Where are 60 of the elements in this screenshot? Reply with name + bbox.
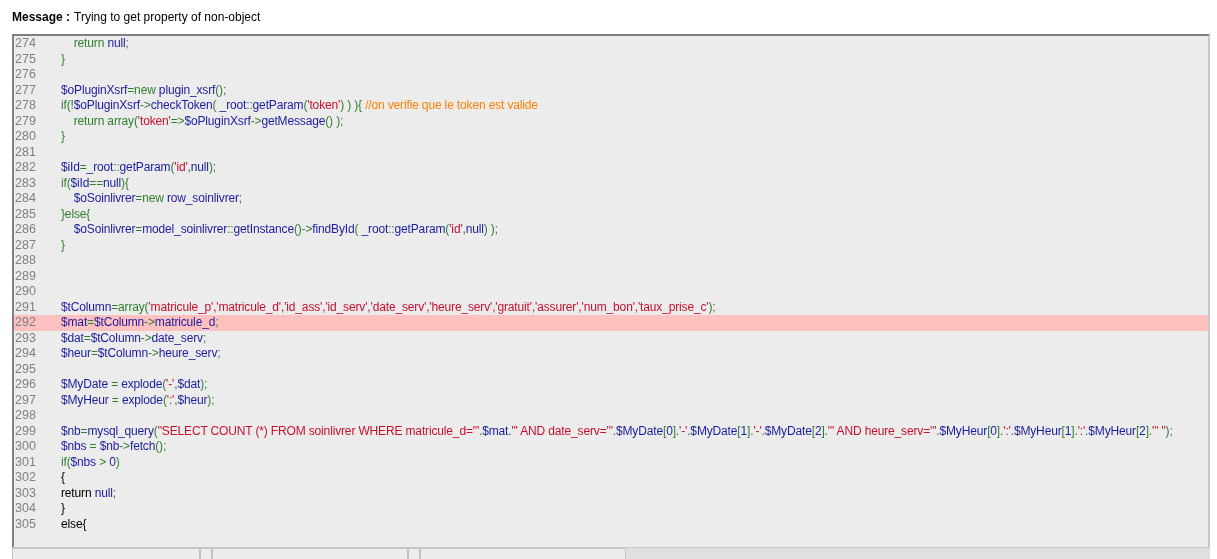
message-label: Message : [12, 9, 71, 26]
line-number: 290 [14, 284, 37, 300]
line-number: 293 [14, 330, 37, 346]
line-number: 294 [14, 346, 37, 362]
code-line: $dat=$tColumn->date_serv; [61, 330, 207, 346]
code-line: { [61, 470, 65, 486]
code-line: else{ [61, 516, 87, 532]
line-number: 277 [14, 82, 37, 98]
code-line: $MyDate = explode('-',$dat); [61, 377, 208, 393]
line-number: 291 [14, 299, 37, 315]
line-number: 301 [14, 454, 37, 470]
line-number: 276 [14, 67, 37, 83]
code-line: $oSoinlivrer=model_soinlivrer::getInstance()->findById( _root::getParam('id',null) ); [72, 222, 498, 238]
code-line: }else{ [61, 206, 91, 222]
line-number: 286 [14, 222, 37, 238]
line-number: 283 [14, 175, 37, 191]
line-number: 300 [14, 439, 37, 455]
horizontal-scrollbar[interactable] [12, 547, 1210, 559]
line-number: 285 [14, 206, 37, 222]
line-number: 281 [14, 144, 37, 160]
line-number: 302 [14, 470, 37, 486]
line-number: 279 [14, 113, 37, 129]
line-number: 305 [14, 516, 37, 532]
code-line: } [61, 501, 65, 517]
code-line: $oPluginXsrf=new plugin_xsrf(); [61, 82, 227, 98]
code-line: $MyHeur = explode(':',$heur); [61, 392, 215, 408]
code-line: $iId=_root::getParam('id',null); [61, 160, 216, 176]
code-line: } [61, 51, 65, 67]
message-text: Trying to get property of non-object [74, 9, 261, 26]
code-line: $nbs = $nb->fetch(); [61, 439, 167, 455]
code-line: if($iId==null){ [61, 175, 129, 191]
line-number: 284 [14, 191, 37, 207]
line-number: 304 [14, 501, 37, 517]
line-number: 296 [14, 377, 37, 393]
code-line: return array('token'=>$oPluginXsrf->getMessage() ); [72, 113, 344, 129]
code-line: } [61, 129, 65, 145]
line-number: 278 [14, 98, 37, 114]
line-number: 275 [14, 51, 37, 67]
code-line: } [61, 237, 65, 253]
line-number: 295 [14, 361, 37, 377]
code-line: $tColumn=array('matricule_p','matricule_d','id_ass','id_serv','date_serv','heure_serv','gratuit','assurer','num_bon','taux_prise_c'); [61, 299, 716, 315]
code-line: $heur=$tColumn->heure_serv; [61, 346, 221, 362]
code-line: return null; [72, 36, 129, 52]
line-number: 282 [14, 160, 37, 176]
code-line: $oSoinlivrer=new row_soinlivrer; [72, 191, 243, 207]
line-number: 303 [14, 485, 37, 501]
line-number: 288 [14, 253, 37, 269]
line-number: 298 [14, 408, 37, 424]
line-number: 292 [14, 315, 37, 331]
line-number: 289 [14, 268, 37, 284]
code-line: return null; [61, 485, 116, 501]
code-line: $nb=mysql_query("SELECT COUNT (*) FROM soinlivrer WHERE matricule_d='".$mat."' AND date_serv='".$MyDate[0].'-'.$MyDate[1].'-'.$MyDate[2]."' AND heure_serv='".$MyHeur[0].':'.$MyHeur[1].':'.$MyHeur[2]."' "); [61, 423, 1173, 439]
code-line: $mat=$tColumn->matricule_d; [61, 315, 219, 331]
code-line: if($nbs > 0) [61, 454, 120, 470]
line-number: 287 [14, 237, 37, 253]
code-line: if(!$oPluginXsrf->checkToken( _root::getParam('token') ) ){ //on verifie que le token est valide [61, 98, 538, 114]
line-number: 280 [14, 129, 37, 145]
line-number: 299 [14, 423, 37, 439]
line-number: 274 [14, 36, 37, 52]
line-number: 297 [14, 392, 37, 408]
